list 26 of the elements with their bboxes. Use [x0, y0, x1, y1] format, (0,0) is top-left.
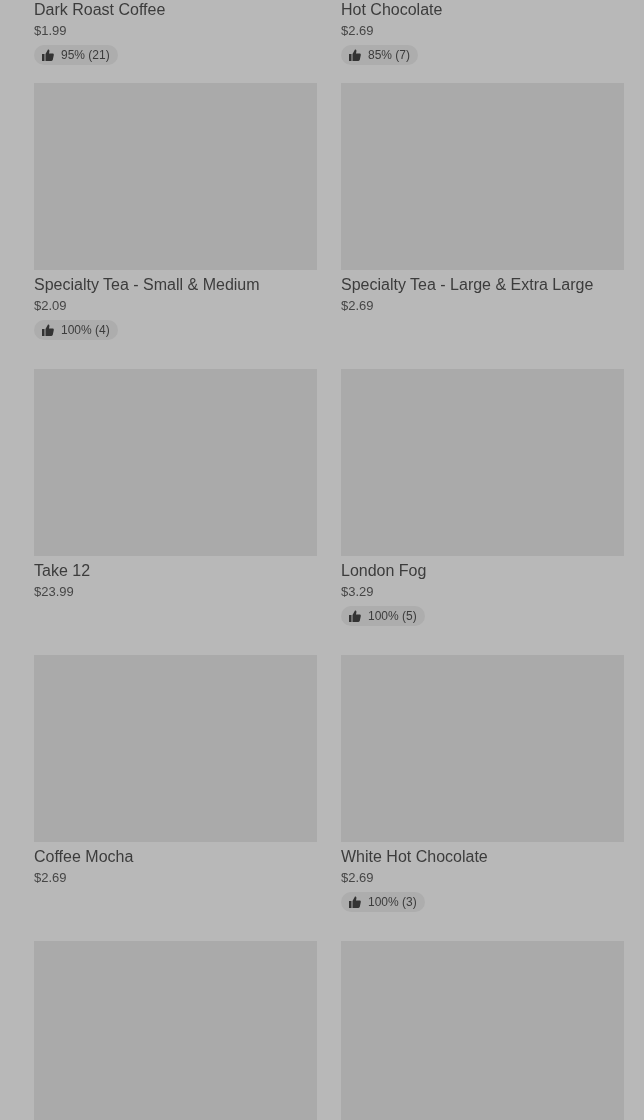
product-price: $1.99 — [34, 22, 67, 40]
product-price: $2.09 — [34, 297, 67, 315]
rating-text: 95% (21) — [61, 48, 110, 62]
product-name[interactable]: Take 12 — [34, 561, 91, 580]
product-price: $2.69 — [341, 22, 374, 40]
rating-text: 85% (7) — [368, 48, 411, 62]
product-name[interactable]: White Hot Chocolate — [341, 847, 488, 866]
product-name[interactable]: Specialty Tea - Large & Extra Large — [341, 275, 594, 294]
rating-text: 100% (4) — [61, 323, 110, 337]
rating-text: 100% (3) — [368, 895, 417, 909]
product-name[interactable]: Hot Chocolate — [341, 0, 443, 19]
rating-text: 100% (5) — [368, 609, 417, 623]
thumbs-up-icon — [349, 896, 361, 908]
product-price: $2.69 — [341, 297, 374, 315]
product-name[interactable]: Specialty Tea - Small & Medium — [34, 275, 260, 294]
product-price: $2.69 — [34, 869, 67, 887]
thumbs-up-icon — [42, 324, 54, 336]
product-price: $23.99 — [34, 583, 74, 601]
product-name[interactable]: London Fog — [341, 561, 427, 580]
thumbs-up-icon — [42, 49, 54, 61]
product-price: $2.69 — [341, 869, 374, 887]
product-name[interactable]: Dark Roast Coffee — [34, 0, 166, 19]
product-price: $3.29 — [341, 583, 374, 601]
thumbs-up-icon — [349, 49, 361, 61]
thumbs-up-icon — [349, 610, 361, 622]
product-name[interactable]: Coffee Mocha — [34, 847, 134, 866]
